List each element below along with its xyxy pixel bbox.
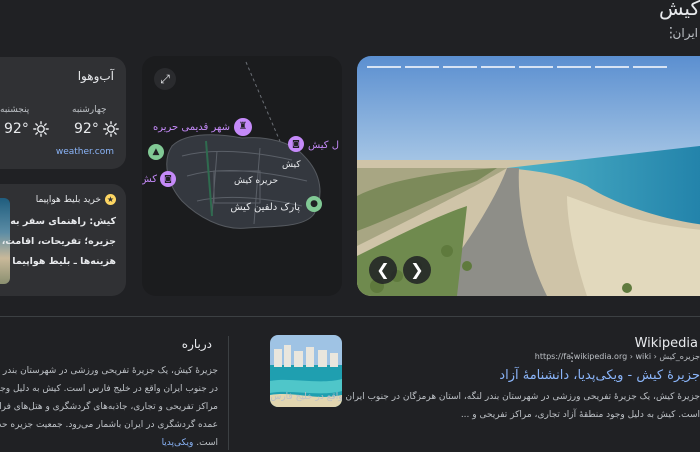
park-pin-icon[interactable]: ● [306, 196, 322, 212]
weather-day-1: 92° [4, 121, 49, 137]
wikipedia-link[interactable]: ویکی‌پدیا [162, 438, 194, 448]
flight-heading-text: خرید بلیط هواپیما [35, 194, 101, 205]
about-line: در جنوب ایران واقع در خلیج فارس است. کیش… [0, 384, 218, 394]
flight-line: هزینه‌ها ـ بلیط هواپیما [12, 256, 116, 267]
result-snippet-line: است. کیش به دلیل وجود منطقهٔ آزاد تجاری،… [460, 410, 700, 420]
about-line: مراکز تفریحی و تجاری، جاذبه‌های گردشگری … [0, 402, 218, 412]
about-title: درباره [181, 337, 212, 351]
map-label-old-city[interactable]: شهر قدیمی حریره [153, 122, 230, 133]
flight-line: کیش: راهنمای سفر به [10, 216, 116, 227]
map-label-kish-park[interactable]: ل کیش [308, 140, 339, 151]
weather-title: آب‌وهوا [77, 69, 114, 83]
museum-pin-icon[interactable]: ♜ [234, 118, 252, 136]
weather-temp: 92° [4, 121, 29, 137]
map-label-dolphin-park[interactable]: پارک دلفین کیش [230, 202, 300, 213]
carousel-prev-button[interactable]: ❮ [369, 256, 397, 284]
weather-temp: 92° [74, 121, 99, 137]
tree-pin-icon[interactable]: ▲ [148, 144, 164, 160]
about-line: جزیرهٔ کیش، یک جزیرهٔ تفریحی ورزشی در شه… [0, 366, 218, 376]
sun-icon [32, 121, 49, 137]
section-divider [0, 316, 700, 317]
more-vert-icon[interactable]: ⋮ [664, 25, 678, 41]
more-vert-icon[interactable]: ⋮ [566, 350, 578, 364]
weather-day-2: 92° [74, 121, 119, 137]
result-site-name[interactable]: Wikipedia [635, 336, 698, 351]
weather-day-wednesday: چهارشنبه [72, 105, 107, 115]
weather-card[interactable]: آب‌وهوا پنجشنبه چهارشنبه 92° 92° weather [0, 57, 126, 169]
camera-pin-icon[interactable]: ◙ [288, 136, 304, 152]
map-label-harireh[interactable]: حریره کیش [234, 176, 278, 186]
flight-line: جزیره؛ تفریحات، اقامت، [1, 236, 116, 247]
carousel-progress [367, 66, 667, 68]
result-title-link[interactable]: جزیرهٔ کیش - ویکی‌پدیا، دانشنامهٔ آزاد [499, 368, 700, 383]
sun-icon [102, 121, 119, 137]
flight-card[interactable]: ★ خرید بلیط هواپیما کیش: راهنمای سفر به … [0, 184, 126, 296]
about-description: جزیرهٔ کیش، یک جزیرهٔ تفریحی ورزشی در شه… [0, 362, 218, 452]
about-line: عمده گردشگری در ایران باشمار می‌رود. جمع… [0, 420, 218, 430]
camera-pin-icon[interactable]: ◙ [160, 171, 176, 187]
flight-heading: ★ خرید بلیط هواپیما [36, 194, 116, 205]
map-label-left[interactable]: کش [142, 174, 157, 185]
map-card[interactable]: ⤢ ♜ شهر قدیمی حریره ◙ ل کیش ▲ ◙ کش کیش ح… [142, 56, 342, 296]
map-label-kish[interactable]: کیش [282, 160, 300, 170]
carousel-next-button[interactable]: ❯ [403, 256, 431, 284]
knowledge-panel-title: کیش [658, 0, 700, 20]
vertical-divider [228, 336, 229, 450]
expand-map-icon[interactable]: ⤢ [154, 68, 176, 90]
result-url[interactable]: https://fa.wikipedia.org › wiki › جزیره_… [535, 352, 700, 361]
result-snippet-line: جزیرهٔ کیش، یک جزیرهٔ تفریحی ورزشی در شه… [270, 392, 700, 402]
about-line: است. [196, 438, 218, 448]
weather-day-thursday: پنجشنبه [0, 105, 30, 115]
star-icon: ★ [105, 194, 116, 205]
weather-source-link[interactable]: weather.com [56, 147, 114, 157]
